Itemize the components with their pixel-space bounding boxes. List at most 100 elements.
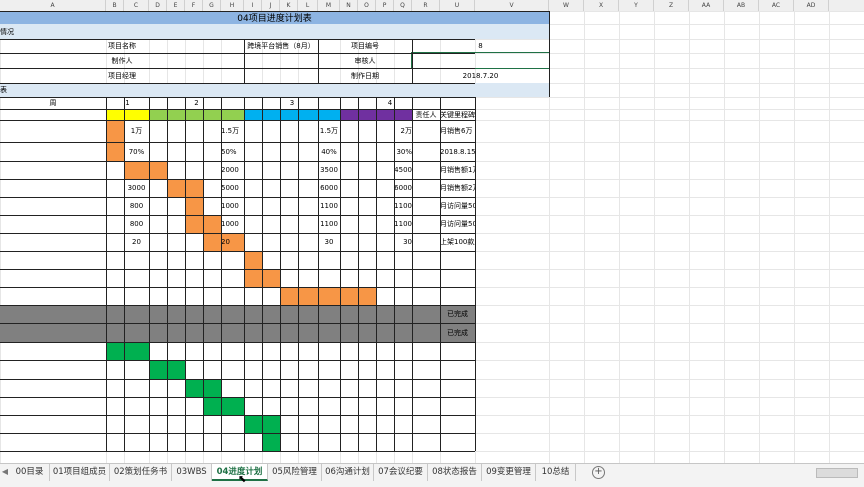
milestone-label[interactable]: 关键里程碑 [440,109,475,120]
gantt-bar-cell[interactable] [106,342,124,360]
gantt-bar-cell[interactable] [167,360,185,379]
sheet-tab[interactable]: 05风险管理 [268,464,322,481]
gantt-bar-cell[interactable] [106,142,124,161]
project-no-label[interactable]: 项目编号 [318,39,412,53]
column-header-d[interactable]: D [149,0,167,11]
sheet-tab[interactable]: 10总结 [536,464,576,481]
sheet-tab[interactable]: 07会议纪要 [374,464,428,481]
spreadsheet-grid[interactable]: 04项目进度计划表 情况 项目名称 跨境平台销售（8月） 项目编号 8 制作人 审核人 项目经理… [0,11,864,463]
column-header-ad[interactable]: AD [794,0,829,11]
week-color-cell[interactable] [298,109,318,120]
week-color-cell[interactable] [376,109,394,120]
column-header-ac[interactable]: AC [759,0,794,11]
column-header-h[interactable]: H [221,0,244,11]
column-header-r[interactable]: R [412,0,440,11]
column-header-x[interactable]: X [584,0,619,11]
week-2-value[interactable]: 5000 [221,179,244,197]
horizontal-scrollbar[interactable] [816,468,858,478]
gantt-bar-cell[interactable] [298,287,318,305]
column-header-j[interactable]: J [262,0,280,11]
week-4-value[interactable]: 30 [394,233,412,251]
milestone-value[interactable]: 月销售额1万 [440,161,475,179]
gantt-bar-cell[interactable] [203,215,221,233]
week-color-cell[interactable] [203,109,221,120]
week-1-value[interactable]: 20 [124,233,149,251]
week-color-cell[interactable] [318,109,340,120]
sheet-tab[interactable]: 02策划任务书 [110,464,172,481]
completed-row[interactable] [0,323,475,342]
week-3-value[interactable]: 3500 [318,161,340,179]
week-color-cell[interactable] [340,109,358,120]
week-3-value[interactable]: 1.5万 [318,120,340,142]
gantt-bar-cell[interactable] [203,379,221,397]
milestone-value[interactable]: 月销售额2万 [440,179,475,197]
column-header-y[interactable]: Y [619,0,654,11]
week-3-value[interactable]: 1100 [318,197,340,215]
column-header-f[interactable]: F [185,0,203,11]
reviewer-label[interactable]: 审核人 [318,53,412,68]
header-blank[interactable] [440,97,549,109]
column-header-a[interactable]: A [0,0,106,11]
week-1-value[interactable]: 1万 [124,120,149,142]
gantt-bar-cell[interactable] [262,433,280,451]
week-color-cell[interactable] [394,109,412,120]
column-header-g[interactable]: G [203,0,221,11]
gantt-bar-cell[interactable] [262,415,280,433]
week-1-value[interactable]: 800 [124,197,149,215]
column-header-aa[interactable]: AA [689,0,724,11]
sheet-tab[interactable]: 03WBS [172,464,212,481]
week-4-value[interactable]: 2万 [394,120,412,142]
sheet-tab[interactable]: 00目录 [10,464,50,481]
week-3-value[interactable]: 1100 [318,215,340,233]
info-section-label[interactable]: 情况 [0,24,549,39]
gantt-bar-cell[interactable] [149,360,167,379]
column-header-i[interactable]: I [244,0,262,11]
week-2-value[interactable]: 1.5万 [221,120,244,142]
week-4-value[interactable]: 1100 [394,197,412,215]
gantt-bar-cell[interactable] [318,287,340,305]
week-3-value[interactable]: 30 [318,233,340,251]
week-color-cell[interactable] [221,109,244,120]
tab-scroll-left-icon[interactable]: ◀ [0,466,10,478]
week-4-value[interactable]: 4500 [394,161,412,179]
gantt-bar-cell[interactable] [203,233,221,251]
manager-label[interactable]: 项目经理 [0,68,244,83]
completed-label[interactable]: 已完成 [440,323,475,342]
week-4-value[interactable]: 6000 [394,179,412,197]
author-label[interactable]: 制作人 [0,53,244,68]
plus-circle-icon[interactable]: + [592,466,605,479]
column-header-e[interactable]: E [167,0,185,11]
week-color-cell[interactable] [244,109,262,120]
week-2-value[interactable]: 50% [221,142,244,161]
week-1-label[interactable]: 1 [106,97,149,109]
week-2-value[interactable]: 1000 [221,215,244,233]
column-header-u[interactable]: U [440,0,475,11]
week-color-cell[interactable] [358,109,376,120]
week-4-label[interactable]: 4 [340,97,440,109]
week-color-cell[interactable] [124,109,149,120]
gantt-bar-cell[interactable] [185,179,203,197]
column-header-v[interactable]: V [475,0,549,11]
gantt-bar-cell[interactable] [244,415,262,433]
sheet-tab[interactable]: 01项目组成员 [50,464,110,481]
date-value[interactable]: 2018.7.20 [412,68,549,83]
week-1-value[interactable]: 3000 [124,179,149,197]
reviewer-value[interactable] [411,52,550,69]
week-3-value[interactable]: 6000 [318,179,340,197]
week-color-cell[interactable] [149,109,167,120]
column-header-l[interactable]: L [298,0,318,11]
column-header-b[interactable]: B [106,0,124,11]
project-name-value[interactable]: 跨境平台销售（8月） [244,39,318,53]
milestone-value[interactable]: 2018.8.15降低至50% [440,142,475,161]
sheet-title[interactable]: 04项目进度计划表 [0,11,549,24]
week-color-cell[interactable] [185,109,203,120]
column-header-ab[interactable]: AB [724,0,759,11]
gantt-bar-cell[interactable] [185,379,203,397]
column-header-z[interactable]: Z [654,0,689,11]
owner-label[interactable]: 责任人 [412,109,440,120]
milestone-value[interactable]: 月访问量5000 [440,215,475,233]
sheet-tab[interactable]: 09变更管理 [482,464,536,481]
gantt-bar-cell[interactable] [244,269,262,287]
completed-row[interactable] [0,305,475,323]
gantt-bar-cell[interactable] [185,197,203,215]
